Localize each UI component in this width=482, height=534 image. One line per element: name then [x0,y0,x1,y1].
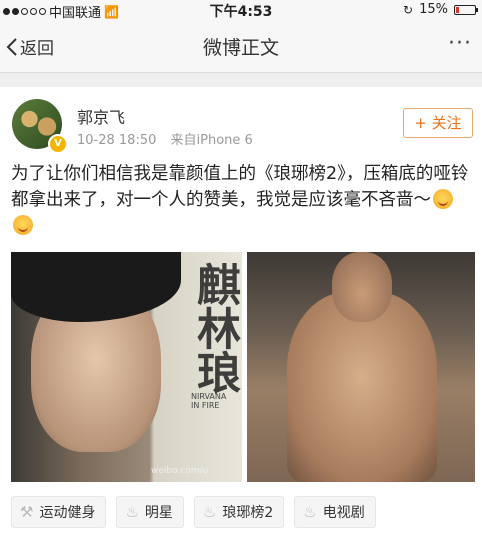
more-options-button[interactable]: ··· [448,31,472,56]
fire-icon: ♨ [202,503,217,521]
section-divider [0,73,482,87]
post-body: 为了让你们相信我是靠颜值上的《琅琊榜2》，压箱底的哑铃都拿出来了，对一个人的赞美… [11,164,469,210]
verified-badge-icon: V [48,134,68,154]
post-source: 来自iPhone 6 [170,133,253,148]
tag-label: 琅琊榜2 [222,505,274,521]
page-title: 微博正文 [202,37,279,59]
tag-label: 电视剧 [322,505,365,521]
post-image-poster[interactable]: 麒林琅 NIRVANA IN FIRE weibo.com/u [11,252,242,482]
fire-icon: ♨ [303,503,317,521]
tag-tv-drama[interactable]: ♨ 电视剧 [294,496,376,528]
tag-fitness[interactable]: ⚒ 运动健身 [11,496,107,528]
image-watermark: weibo.com/u [151,466,209,476]
status-bar: 中国联通 📶 下午4:53 ↻ 15% [0,0,482,21]
battery-area: ↻ 15% [403,2,478,17]
poster-english-title: NIRVANA IN FIRE [191,392,227,410]
follow-button[interactable]: + 关注 [403,108,473,138]
rotation-lock-icon: ↻ [403,2,414,17]
poster-calligraphy: 麒林琅 [189,262,240,394]
run-icon: ⚒ [20,503,34,521]
tag-label: 明星 [144,505,173,521]
tag-langya[interactable]: ♨ 琅琊榜2 [193,496,285,528]
topic-tags: ⚒ 运动健身 ♨ 明星 ♨ 琅琊榜2 ♨ 电视剧 [11,496,376,528]
author-name[interactable]: 郭京飞 [77,104,125,128]
battery-percent: 15% [419,2,448,17]
post-text: 为了让你们相信我是靠颜值上的《琅琊榜2》，压箱底的哑铃都拿出来了，对一个人的赞美… [11,161,473,239]
tag-celebrity[interactable]: ♨ 明星 [116,496,184,528]
tag-label: 运动健身 [39,505,96,521]
nav-bar: 返回 微博正文 ··· [0,20,482,73]
post-image-photo[interactable] [247,252,475,482]
photo-head [332,252,392,322]
battery-icon [454,4,478,15]
smile-emoji-icon [13,215,33,235]
fire-icon: ♨ [125,503,139,521]
smile-emoji-icon [433,189,453,209]
poster-hair [11,252,181,322]
post-date: 10-28 18:50 [77,133,157,148]
post-meta: 10-28 18:50 来自iPhone 6 [77,129,253,148]
